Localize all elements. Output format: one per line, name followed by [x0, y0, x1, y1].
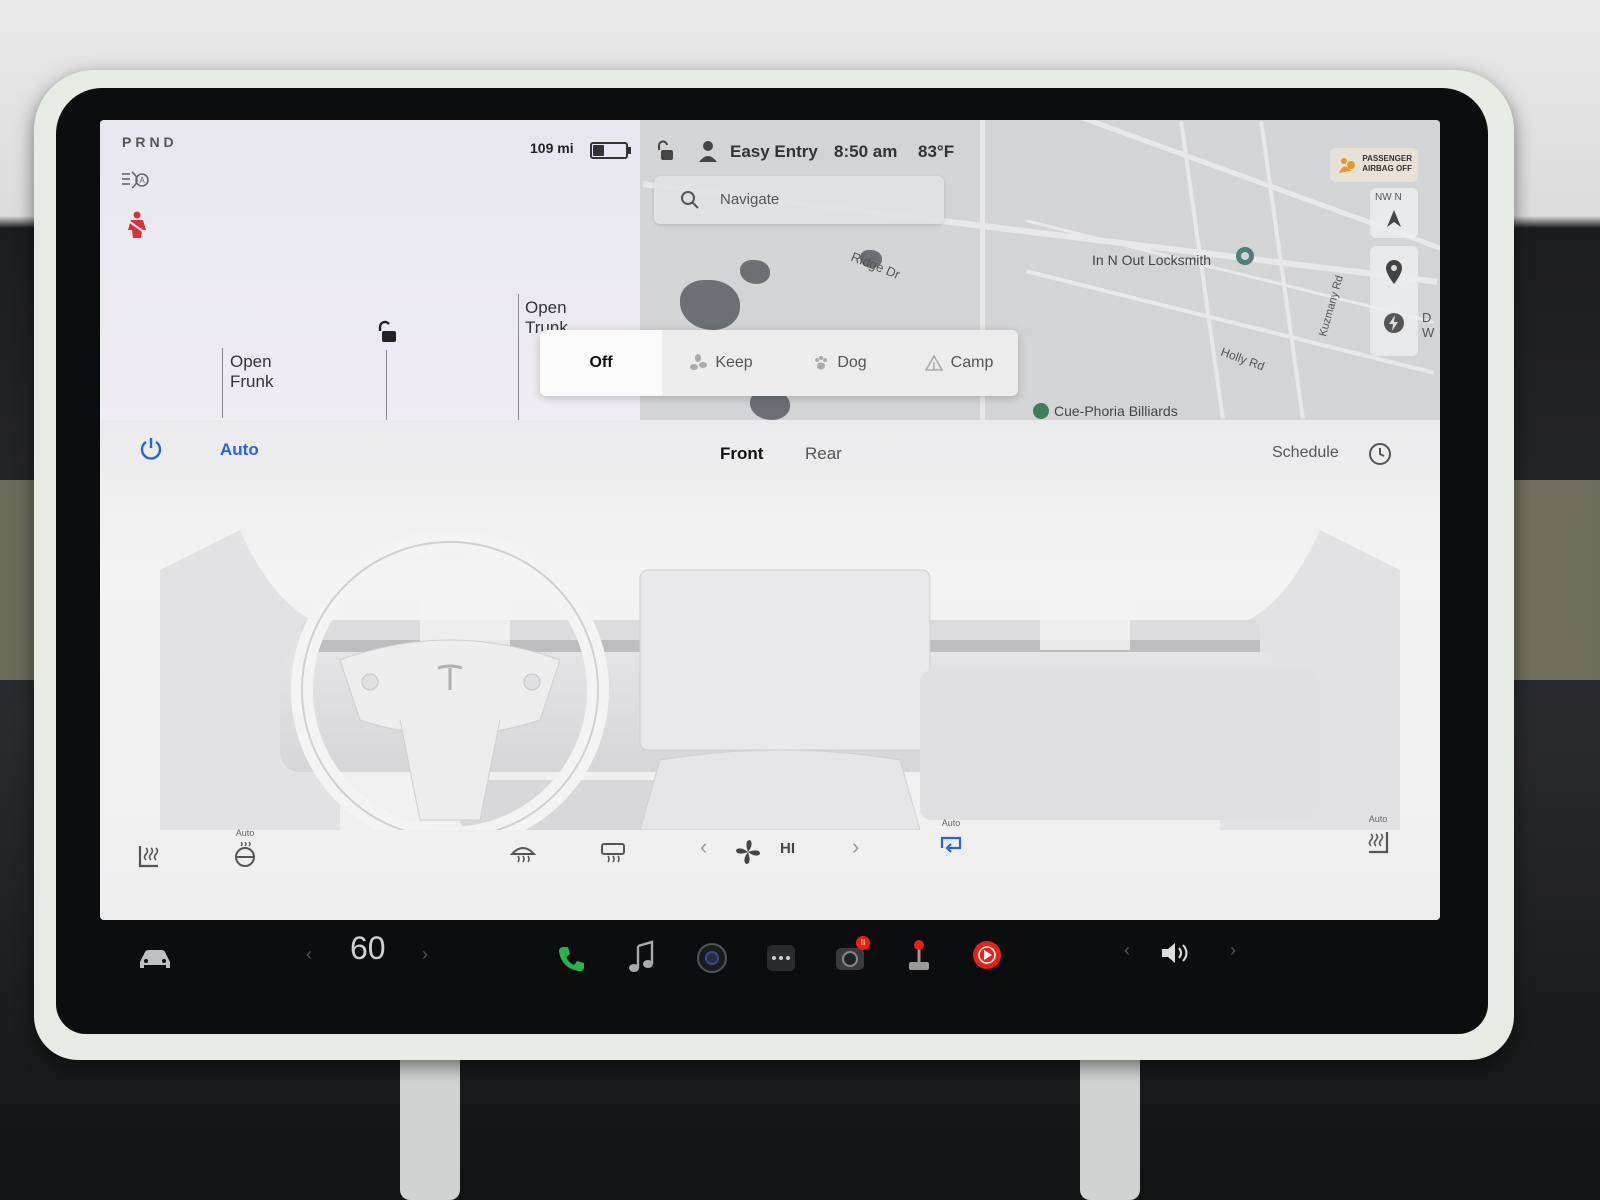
tab-front[interactable]: Front	[720, 444, 763, 464]
fan-icon	[690, 353, 708, 370]
navigate-search-bar[interactable]: Navigate	[654, 176, 944, 224]
passenger-seat-heater-button[interactable]: Auto	[1362, 814, 1394, 864]
mode-keep-label: Keep	[715, 354, 753, 371]
touchscreen: PRND 109 mi A Open Frunk Open Trunk Easy…	[100, 120, 1440, 920]
volume-icon[interactable]	[1160, 940, 1192, 966]
poi-locksmith[interactable]: In N Out Locksmith	[1092, 252, 1211, 268]
steering-column-left	[400, 1040, 460, 1200]
airbag-warning-icon	[1339, 158, 1355, 173]
battery-fill	[593, 145, 605, 156]
compass-button[interactable]: NW N	[1370, 188, 1418, 238]
front-defrost-icon[interactable]	[510, 842, 536, 866]
range-readout: 109 mi	[530, 140, 574, 156]
phone-icon[interactable]	[556, 944, 586, 974]
paw-icon	[815, 355, 828, 370]
mode-camp-button[interactable]: Camp	[900, 330, 1018, 396]
taskbar: ‹ 60 › II ‹ ›	[100, 920, 1440, 1010]
mode-off-label: Off	[589, 354, 613, 371]
passenger-seat-heater-icon	[1368, 832, 1389, 854]
auto-headlight-icon: A	[122, 171, 149, 189]
poi-pin-icon[interactable]	[1032, 402, 1050, 420]
frunk-pointer-line	[222, 348, 223, 418]
volume-increase-button[interactable]: ›	[1230, 940, 1236, 961]
mode-keep-button[interactable]: Keep	[662, 330, 780, 396]
steering-wheel-heat-icon	[235, 842, 255, 867]
outside-temperature: 83°F	[918, 142, 955, 161]
fan-decrease-button[interactable]: ‹	[700, 834, 707, 860]
recirculation-icon	[940, 836, 962, 853]
map-edge-label: D W	[1422, 310, 1435, 340]
mode-off-button[interactable]: Off	[540, 330, 662, 396]
map-road	[1259, 121, 1305, 419]
trunk-pointer-line	[518, 294, 519, 420]
poi-billiards[interactable]: Cue-Phoria Billiards	[1054, 403, 1178, 419]
climate-auto-button[interactable]: Auto	[220, 440, 259, 460]
navigate-placeholder: Navigate	[720, 191, 780, 208]
toybox-joystick-icon[interactable]	[906, 938, 932, 974]
compass-arrow-icon	[1387, 210, 1401, 227]
lock-status-icon[interactable]	[654, 140, 676, 162]
dashcam-button[interactable]: II	[834, 936, 870, 972]
search-icon	[681, 191, 699, 209]
volume-decrease-button[interactable]: ‹	[1124, 940, 1130, 961]
mode-camp-label: Camp	[950, 354, 994, 371]
svg-text:A: A	[140, 176, 146, 185]
battery-icon	[590, 142, 631, 159]
map-pond	[680, 280, 740, 330]
more-apps-icon[interactable]	[766, 944, 796, 972]
seatbelt-warning-icon	[128, 211, 146, 238]
steering-heater-auto: Auto	[235, 828, 255, 838]
cabin-interior-illustration	[160, 530, 1400, 830]
tab-rear[interactable]: Rear	[805, 444, 842, 464]
clock-icon[interactable]	[1368, 442, 1392, 466]
climate-keeper-mode-selector: Off Keep Dog Camp	[540, 330, 1018, 396]
youtube-icon[interactable]	[972, 940, 1002, 970]
fan-icon	[736, 840, 760, 864]
recirculation-button[interactable]: Auto	[936, 818, 966, 862]
map-pond	[740, 260, 770, 284]
driver-profile-name[interactable]: Easy Entry	[730, 142, 818, 162]
driver-seat-heater-icon[interactable]	[136, 844, 162, 874]
speed-limit-readout: 60	[350, 930, 386, 966]
music-icon[interactable]	[628, 940, 656, 974]
camera-app-icon[interactable]	[696, 942, 728, 974]
dashcam-recording-badge: II	[856, 936, 870, 950]
pin-icon[interactable]	[1384, 260, 1404, 284]
steering-column-right	[1080, 1040, 1140, 1200]
lock-pointer-line	[386, 350, 387, 420]
unlock-icon[interactable]	[374, 320, 398, 344]
rear-defrost-icon[interactable]	[600, 842, 626, 866]
passenger-seat-auto: Auto	[1368, 814, 1388, 824]
mode-dog-button[interactable]: Dog	[780, 330, 900, 396]
profile-icon[interactable]	[698, 140, 718, 162]
tent-icon	[924, 354, 944, 371]
passenger-airbag-status: PASSENGER AIRBAG OFF	[1330, 148, 1418, 182]
map-controls	[1370, 246, 1418, 356]
open-frunk-button[interactable]: Open Frunk	[230, 352, 273, 392]
fan-increase-button[interactable]: ›	[852, 834, 859, 860]
schedule-button[interactable]: Schedule	[1272, 444, 1339, 462]
power-icon[interactable]	[138, 436, 164, 462]
gear-indicator: PRND	[122, 134, 178, 150]
fan-speed-readout: HI	[780, 840, 795, 857]
recirculation-auto: Auto	[941, 818, 961, 828]
speed-decrease-button[interactable]: ‹	[306, 944, 312, 965]
speed-increase-button[interactable]: ›	[422, 944, 428, 965]
climate-panel: Auto Front Rear Schedule Auto ‹ HI › Aut…	[100, 420, 1440, 920]
compass-heading: NW N	[1375, 192, 1402, 203]
car-icon[interactable]	[136, 946, 174, 972]
climate-controls-row: Auto ‹ HI › Auto Auto	[100, 814, 1440, 904]
charging-icon[interactable]	[1383, 312, 1405, 334]
poi-pin-icon[interactable]	[1234, 246, 1256, 270]
clock-time: 8:50 am	[834, 142, 898, 161]
mode-dog-label: Dog	[837, 354, 867, 371]
street-label-kuzmany-rd: Kuzmany Rd	[1317, 274, 1346, 338]
steering-heater-button[interactable]: Auto	[230, 828, 260, 868]
street-label-holly-rd: Holly Rd	[1218, 344, 1267, 374]
